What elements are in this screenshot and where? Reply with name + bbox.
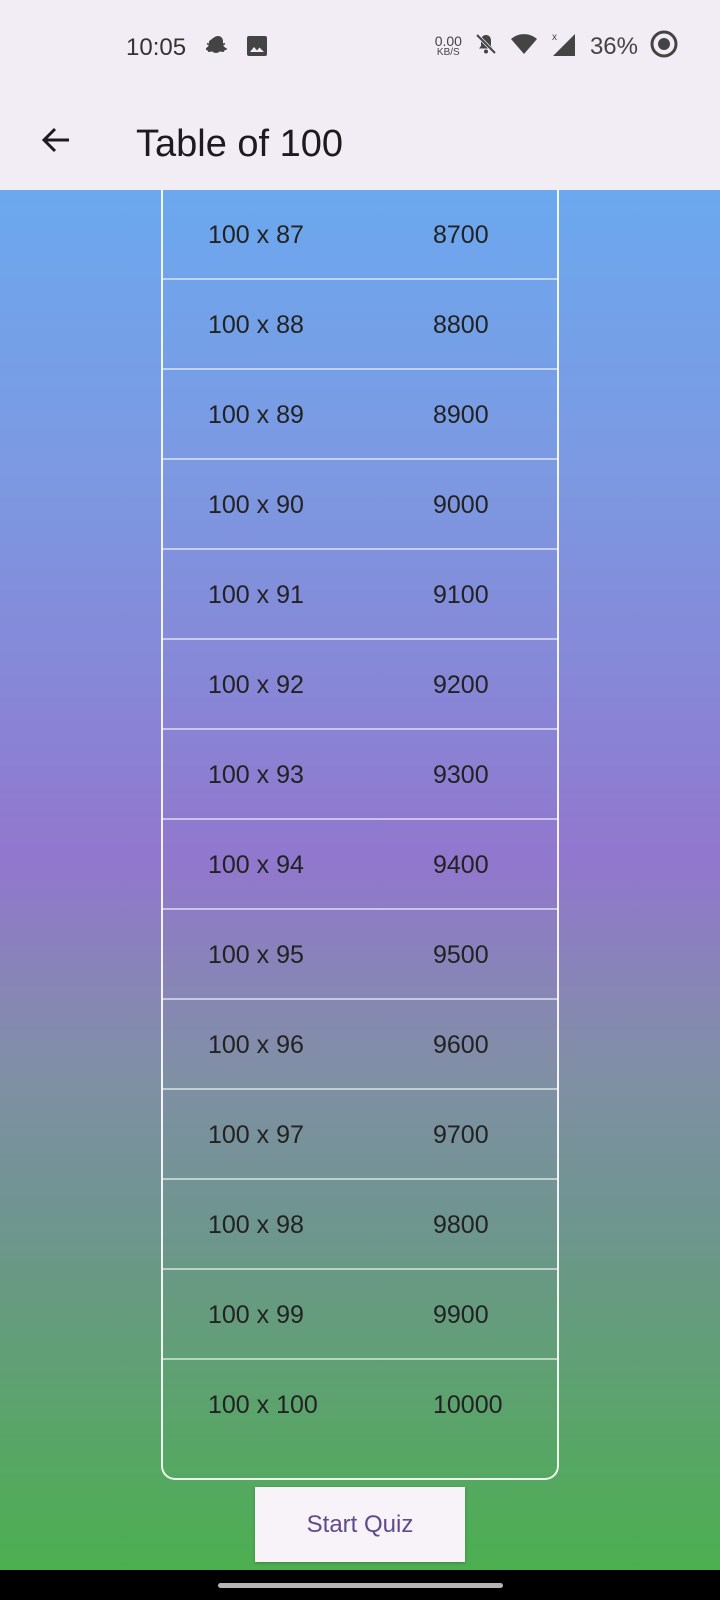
multiplication-result: 9500 bbox=[433, 941, 489, 969]
multiplication-expression: 100 x 99 bbox=[208, 1301, 304, 1329]
multiplication-result: 8700 bbox=[433, 221, 489, 249]
status-time: 10:05 bbox=[126, 34, 187, 61]
arrow-left-icon bbox=[39, 123, 73, 162]
multiplication-expression: 100 x 96 bbox=[208, 1031, 304, 1059]
status-left-icons bbox=[205, 34, 268, 63]
home-indicator[interactable] bbox=[218, 1583, 503, 1588]
table-row: 100 x 93 9300 bbox=[163, 730, 557, 820]
table-row: 100 x 98 9800 bbox=[163, 1180, 557, 1270]
navigation-bar bbox=[0, 1570, 720, 1600]
back-button[interactable] bbox=[28, 114, 84, 170]
multiplication-result: 9800 bbox=[433, 1211, 489, 1239]
multiplication-expression: 100 x 87 bbox=[208, 221, 304, 249]
table-row: 100 x 91 9100 bbox=[163, 550, 557, 640]
multiplication-result: 9900 bbox=[433, 1301, 489, 1329]
wifi-icon bbox=[510, 32, 538, 61]
multiplication-expression: 100 x 88 bbox=[208, 311, 304, 339]
cellular-signal-icon: x bbox=[550, 31, 578, 62]
gallery-icon bbox=[246, 35, 268, 62]
multiplication-table: 100 x 87 8700 100 x 88 8800 100 x 89 8900 100 … bbox=[161, 190, 559, 1480]
multiplication-result: 9100 bbox=[433, 581, 489, 609]
table-row: 100 x 100 10000 bbox=[163, 1360, 557, 1450]
multiplication-result: 9700 bbox=[433, 1121, 489, 1149]
bell-off-icon bbox=[474, 32, 498, 61]
multiplication-expression: 100 x 95 bbox=[208, 941, 304, 969]
table-row: 100 x 87 8700 bbox=[163, 190, 557, 280]
table-row: 100 x 88 8800 bbox=[163, 280, 557, 370]
battery-icon bbox=[650, 30, 678, 63]
start-quiz-button[interactable]: Start Quiz bbox=[255, 1487, 465, 1562]
multiplication-expression: 100 x 94 bbox=[208, 851, 304, 879]
multiplication-result: 10000 bbox=[433, 1391, 503, 1419]
multiplication-result: 8800 bbox=[433, 311, 489, 339]
table-row: 100 x 95 9500 bbox=[163, 910, 557, 1000]
multiplication-expression: 100 x 92 bbox=[208, 671, 304, 699]
table-row: 100 x 97 9700 bbox=[163, 1090, 557, 1180]
table-row: 100 x 92 9200 bbox=[163, 640, 557, 730]
table-row: 100 x 89 8900 bbox=[163, 370, 557, 460]
network-speed-unit: KB/S bbox=[436, 46, 460, 58]
network-speed: 0.00 KB/S bbox=[434, 32, 462, 59]
multiplication-result: 9300 bbox=[433, 761, 489, 789]
multiplication-result: 8900 bbox=[433, 401, 489, 429]
network-speed-value: 0.00 bbox=[434, 32, 462, 49]
table-row: 100 x 90 9000 bbox=[163, 460, 557, 550]
svg-text:x: x bbox=[552, 32, 557, 43]
multiplication-expression: 100 x 91 bbox=[208, 581, 304, 609]
multiplication-expression: 100 x 97 bbox=[208, 1121, 304, 1149]
multiplication-expression: 100 x 89 bbox=[208, 401, 304, 429]
multiplication-expression: 100 x 90 bbox=[208, 491, 304, 519]
status-right-icons: 0.00 KB/S x 36% bbox=[435, 30, 678, 63]
table-row: 100 x 99 9900 bbox=[163, 1270, 557, 1360]
multiplication-result: 9400 bbox=[433, 851, 489, 879]
snapchat-icon bbox=[205, 34, 230, 63]
multiplication-expression: 100 x 100 bbox=[208, 1391, 318, 1419]
multiplication-result: 9000 bbox=[433, 491, 489, 519]
battery-percentage: 36% bbox=[589, 32, 638, 60]
app-bar: Table of 100 bbox=[0, 96, 720, 190]
multiplication-result: 9600 bbox=[433, 1031, 489, 1059]
status-bar: 10:05 0.00 KB/S x 36% bbox=[0, 0, 720, 96]
multiplication-expression: 100 x 98 bbox=[208, 1211, 304, 1239]
table-row: 100 x 94 9400 bbox=[163, 820, 557, 910]
multiplication-result: 9200 bbox=[433, 671, 489, 699]
page-title: Table of 100 bbox=[136, 123, 344, 165]
multiplication-expression: 100 x 93 bbox=[208, 761, 304, 789]
table-row: 100 x 96 9600 bbox=[163, 1000, 557, 1090]
table-rows: 100 x 87 8700 100 x 88 8800 100 x 89 8900 100 … bbox=[163, 190, 557, 1450]
